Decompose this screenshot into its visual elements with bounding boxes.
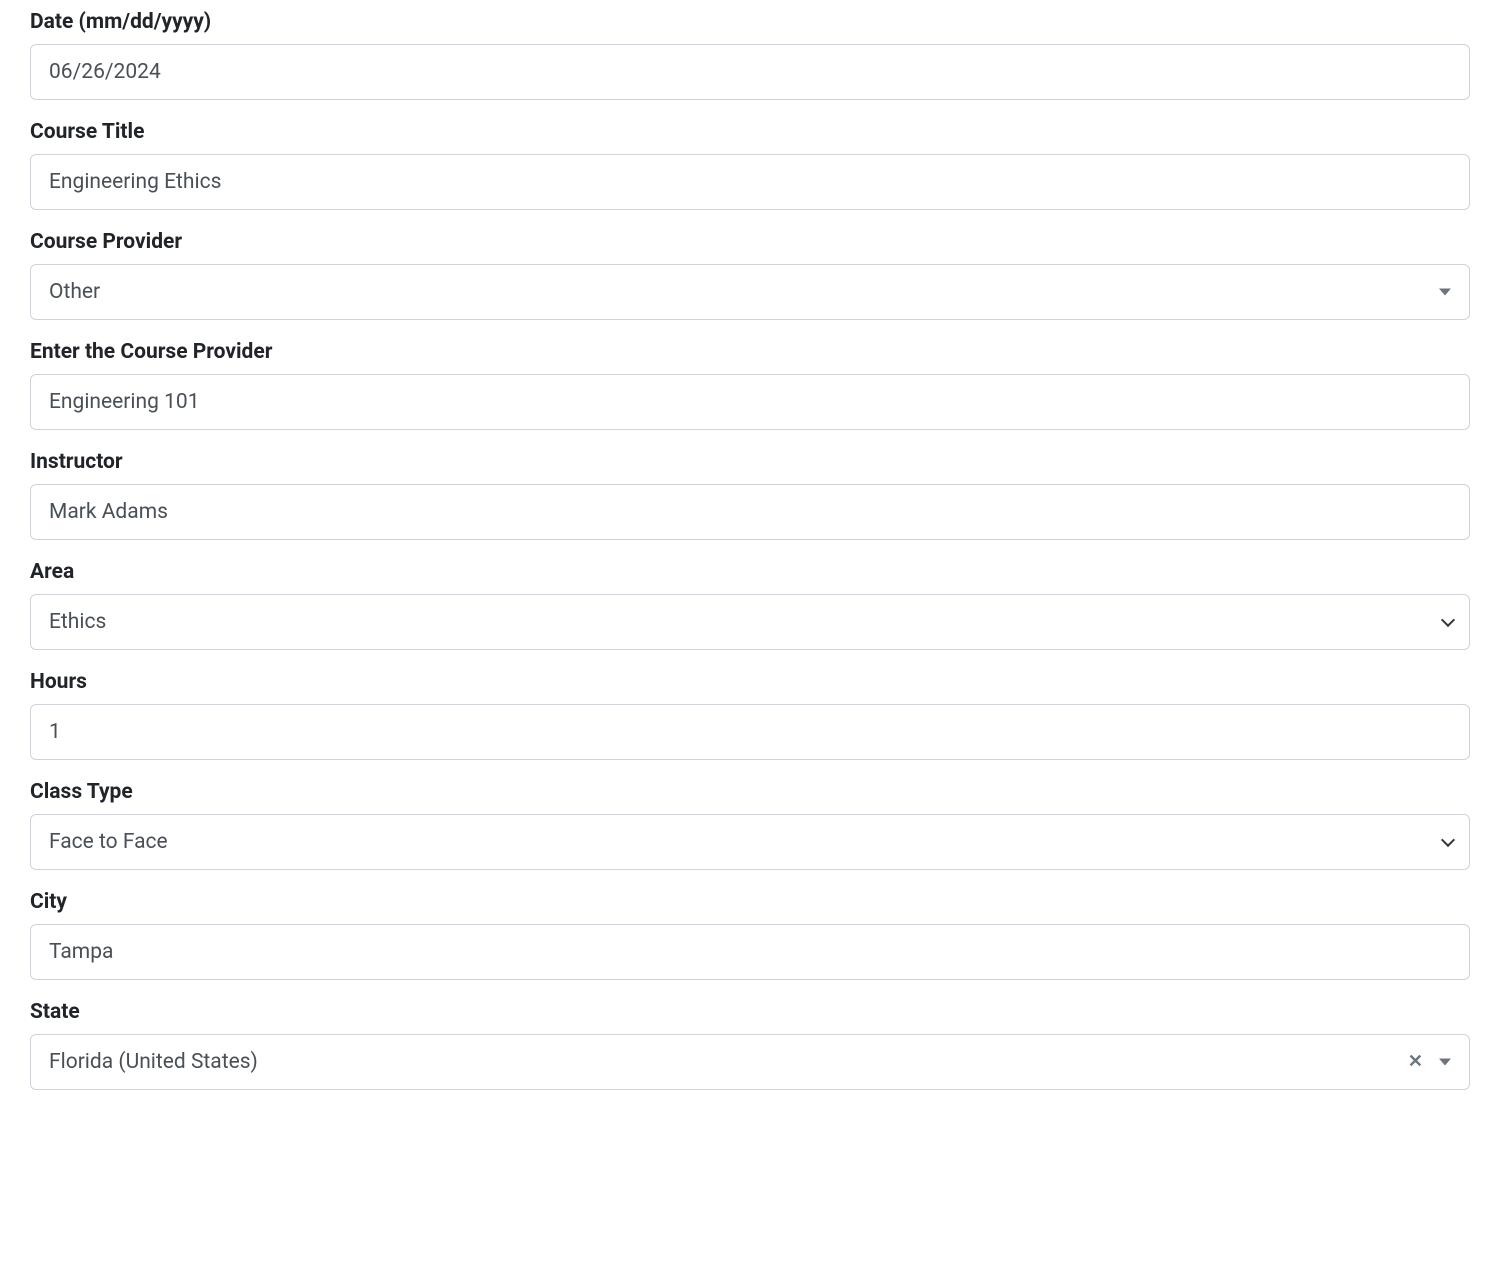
field-course-title: Course Title Engineering Ethics — [30, 120, 1470, 210]
date-value: 06/26/2024 — [49, 60, 1451, 84]
area-value: Ethics — [49, 610, 1421, 634]
label-course-title: Course Title — [30, 120, 1470, 144]
field-area: Area Ethics — [30, 560, 1470, 650]
field-course-provider: Course Provider Other — [30, 230, 1470, 320]
label-course-provider-text: Enter the Course Provider — [30, 340, 1470, 364]
course-provider-value: Other — [49, 280, 1421, 304]
clear-icon[interactable]: ✕ — [1408, 1053, 1423, 1071]
class-type-value: Face to Face — [49, 830, 1421, 854]
label-course-provider: Course Provider — [30, 230, 1470, 254]
label-date: Date (mm/dd/yyyy) — [30, 10, 1470, 34]
course-provider-select[interactable]: Other — [30, 264, 1470, 320]
label-class-type: Class Type — [30, 780, 1470, 804]
field-course-provider-text: Enter the Course Provider Engineering 10… — [30, 340, 1470, 430]
caret-down-icon — [1439, 289, 1451, 296]
course-title-input[interactable]: Engineering Ethics — [30, 154, 1470, 210]
instructor-input[interactable]: Mark Adams — [30, 484, 1470, 540]
field-date: Date (mm/dd/yyyy) 06/26/2024 — [30, 10, 1470, 100]
label-state: State — [30, 1000, 1470, 1024]
hours-value: 1 — [49, 720, 1451, 744]
course-provider-text-value: Engineering 101 — [49, 390, 1451, 414]
instructor-value: Mark Adams — [49, 500, 1451, 524]
chevron-down-icon — [1441, 613, 1455, 627]
chevron-down-icon — [1441, 833, 1455, 847]
city-input[interactable]: Tampa — [30, 924, 1470, 980]
area-select[interactable]: Ethics — [30, 594, 1470, 650]
state-value: Florida (United States) — [49, 1050, 1391, 1074]
course-title-value: Engineering Ethics — [49, 170, 1451, 194]
label-hours: Hours — [30, 670, 1470, 694]
class-type-select[interactable]: Face to Face — [30, 814, 1470, 870]
field-city: City Tampa — [30, 890, 1470, 980]
field-hours: Hours 1 — [30, 670, 1470, 760]
field-instructor: Instructor Mark Adams — [30, 450, 1470, 540]
state-select[interactable]: Florida (United States) ✕ — [30, 1034, 1470, 1090]
caret-down-icon — [1439, 1059, 1451, 1066]
label-area: Area — [30, 560, 1470, 584]
field-class-type: Class Type Face to Face — [30, 780, 1470, 870]
date-input[interactable]: 06/26/2024 — [30, 44, 1470, 100]
label-instructor: Instructor — [30, 450, 1470, 474]
hours-input[interactable]: 1 — [30, 704, 1470, 760]
city-value: Tampa — [49, 940, 1451, 964]
field-state: State Florida (United States) ✕ — [30, 1000, 1470, 1090]
course-provider-text-input[interactable]: Engineering 101 — [30, 374, 1470, 430]
label-city: City — [30, 890, 1470, 914]
